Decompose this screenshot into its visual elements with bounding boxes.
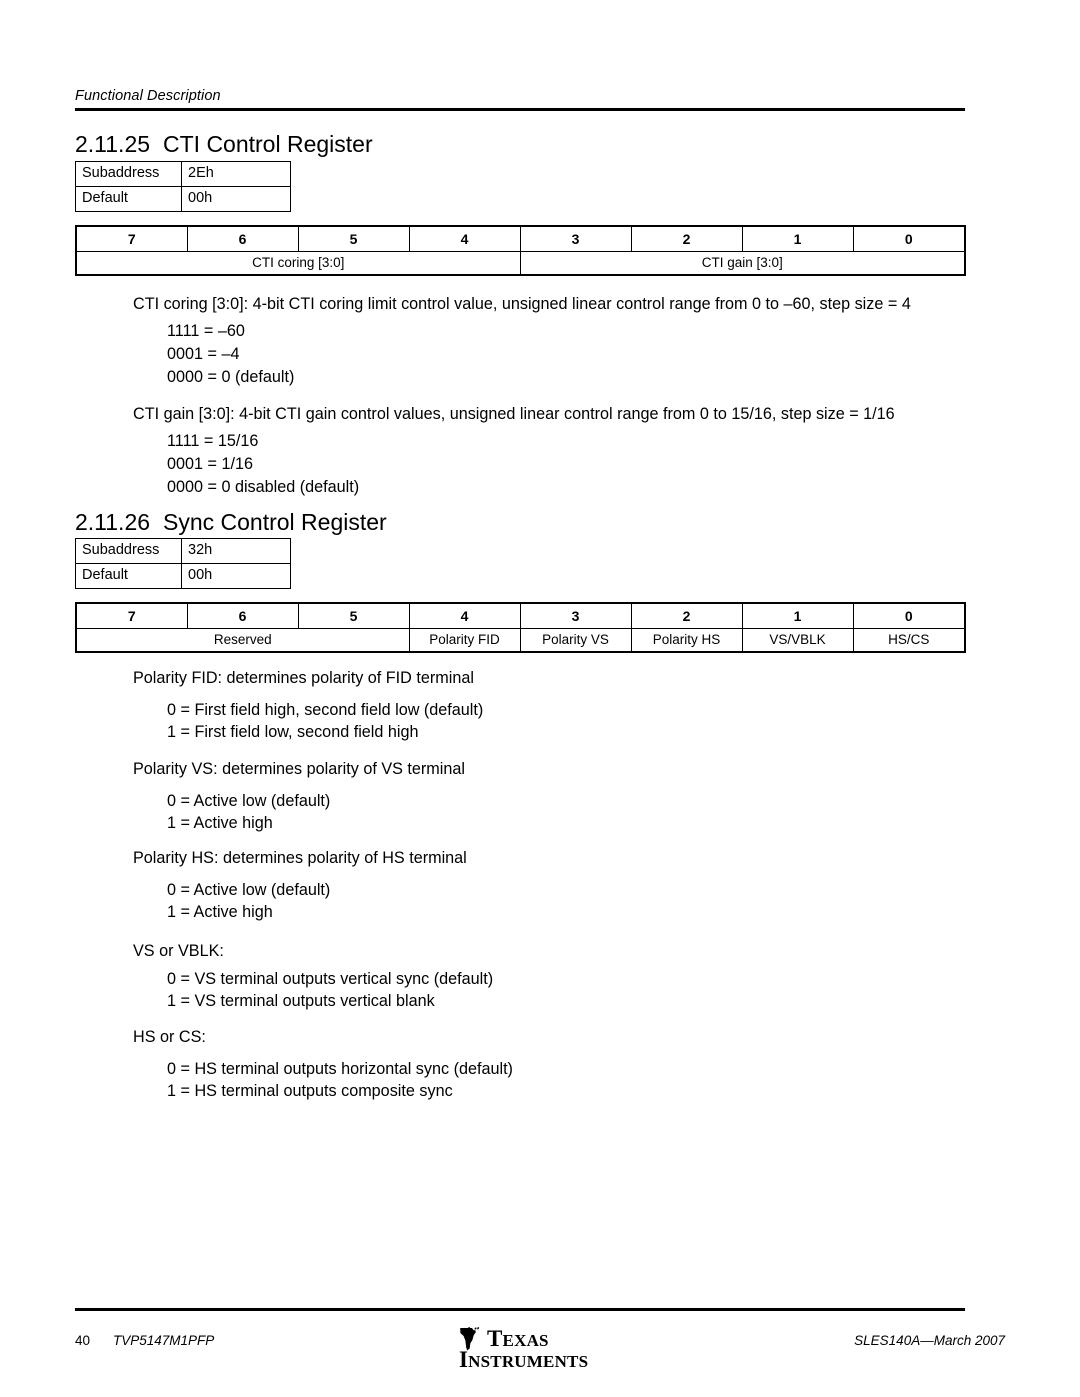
polarity-fid-value-0: 0 = First field high, second field low (… — [167, 701, 484, 719]
bit-field-cell: Polarity VS — [519, 627, 632, 653]
part-number: TVP5147M1PFP — [113, 1333, 215, 1348]
table-row: Default 00h — [75, 563, 291, 589]
document-id: SLES140A—March 2007 — [854, 1333, 1005, 1348]
bit-number-cell: 4 — [408, 602, 521, 629]
cti-coring-description: CTI coring [3:0]: 4-bit CTI coring limit… — [133, 295, 911, 313]
subaddress-label: Subaddress — [75, 538, 182, 564]
hs-or-cs-value-0: 0 = HS terminal outputs horizontal sync … — [167, 1060, 513, 1078]
cti-bit-field-table: 7 6 5 4 3 2 1 0 CTI coring [3:0] CTI gai… — [75, 225, 966, 276]
cti-gain-value-0001: 0001 = 1/16 — [167, 455, 253, 473]
default-label: Default — [75, 563, 182, 589]
footer-rule — [75, 1308, 965, 1311]
bit-field-cell: CTI gain [3:0] — [519, 250, 966, 276]
texas-instruments-logo: TEXAS INSTRUMENTS — [459, 1327, 619, 1377]
vs-or-vblk-description: VS or VBLK: — [133, 942, 224, 960]
section-title: Sync Control Register — [163, 509, 387, 535]
ti-logo-line-texas: TEXAS — [487, 1326, 549, 1351]
table-row: Subaddress 2Eh — [75, 161, 291, 187]
bit-number-cell: 6 — [186, 602, 299, 629]
polarity-hs-value-1: 1 = Active high — [167, 903, 273, 921]
polarity-fid-value-1: 1 = First field low, second field high — [167, 723, 419, 741]
cti-coring-value-1111: 1111 = –60 — [167, 322, 245, 340]
page-number: 40 — [75, 1333, 91, 1348]
section-heading-sync-control-register: 2.11.26 Sync Control Register — [75, 509, 387, 535]
bit-field-cell: HS/CS — [852, 627, 966, 653]
bit-number-cell: 1 — [741, 225, 854, 252]
cti-gain-value-0000: 0000 = 0 disabled (default) — [167, 478, 360, 496]
header-rule — [75, 108, 965, 111]
bit-number-cell: 2 — [630, 602, 743, 629]
default-value: 00h — [181, 563, 291, 589]
section-heading-cti-control-register: 2.11.25 CTI Control Register — [75, 131, 373, 157]
bit-number-cell: 1 — [741, 602, 854, 629]
vs-or-vblk-value-0: 0 = VS terminal outputs vertical sync (d… — [167, 970, 494, 988]
bit-number-cell: 2 — [630, 225, 743, 252]
running-header-title: Functional Description — [75, 88, 221, 104]
section-number: 2.11.25 — [75, 131, 151, 157]
bit-number-cell: 5 — [297, 225, 410, 252]
bit-number-cell: 3 — [519, 225, 632, 252]
bit-field-row: Reserved Polarity FID Polarity VS Polari… — [75, 627, 966, 653]
cti-gain-value-1111: 1111 = 15/16 — [167, 432, 259, 450]
cti-coring-value-0000: 0000 = 0 (default) — [167, 368, 295, 386]
cti-gain-description: CTI gain [3:0]: 4-bit CTI gain control v… — [133, 405, 895, 423]
bit-number-cell: 7 — [75, 225, 188, 252]
hs-or-cs-value-1: 1 = HS terminal outputs composite sync — [167, 1082, 453, 1100]
table-row: Default 00h — [75, 186, 291, 212]
polarity-vs-value-0: 0 = Active low (default) — [167, 792, 331, 810]
polarity-vs-description: Polarity VS: determines polarity of VS t… — [133, 760, 465, 778]
bit-number-cell: 5 — [297, 602, 410, 629]
table-row: Subaddress 32h — [75, 538, 291, 564]
default-label: Default — [75, 186, 182, 212]
sync-register-info-table: Subaddress 32h Default 00h — [75, 538, 291, 589]
subaddress-value: 2Eh — [181, 161, 291, 187]
bit-number-cell: 3 — [519, 602, 632, 629]
bit-number-cell: 0 — [852, 602, 966, 629]
running-header: Functional Description — [75, 88, 965, 111]
subaddress-value: 32h — [181, 538, 291, 564]
bit-field-row: CTI coring [3:0] CTI gain [3:0] — [75, 250, 966, 276]
subaddress-label: Subaddress — [75, 161, 182, 187]
bit-number-cell: 4 — [408, 225, 521, 252]
bit-number-cell: 0 — [852, 225, 966, 252]
polarity-hs-value-0: 0 = Active low (default) — [167, 881, 331, 899]
polarity-hs-description: Polarity HS: determines polarity of HS t… — [133, 849, 467, 867]
section-number: 2.11.26 — [75, 509, 151, 535]
bit-number-cell: 7 — [75, 602, 188, 629]
cti-register-info-table: Subaddress 2Eh Default 00h — [75, 161, 291, 212]
bit-field-cell: Polarity HS — [630, 627, 743, 653]
ti-logo-line-instruments: INSTRUMENTS — [459, 1347, 589, 1372]
bit-number-cell: 6 — [186, 225, 299, 252]
section-title: CTI Control Register — [163, 131, 373, 157]
cti-coring-value-0001: 0001 = –4 — [167, 345, 240, 363]
polarity-fid-description: Polarity FID: determines polarity of FID… — [133, 669, 474, 687]
document-page: Functional Description 2.11.25 CTI Contro… — [0, 0, 1080, 1397]
sync-bit-field-table: 7 6 5 4 3 2 1 0 Reserved Polarity FID Po… — [75, 602, 966, 653]
bit-field-cell: Reserved — [75, 627, 410, 653]
bit-field-cell: CTI coring [3:0] — [75, 250, 521, 276]
bit-number-row: 7 6 5 4 3 2 1 0 — [75, 225, 966, 252]
bit-number-row: 7 6 5 4 3 2 1 0 — [75, 602, 966, 629]
vs-or-vblk-value-1: 1 = VS terminal outputs vertical blank — [167, 992, 435, 1010]
bit-field-cell: Polarity FID — [408, 627, 521, 653]
polarity-vs-value-1: 1 = Active high — [167, 814, 273, 832]
default-value: 00h — [181, 186, 291, 212]
bit-field-cell: VS/VBLK — [741, 627, 854, 653]
hs-or-cs-description: HS or CS: — [133, 1028, 206, 1046]
